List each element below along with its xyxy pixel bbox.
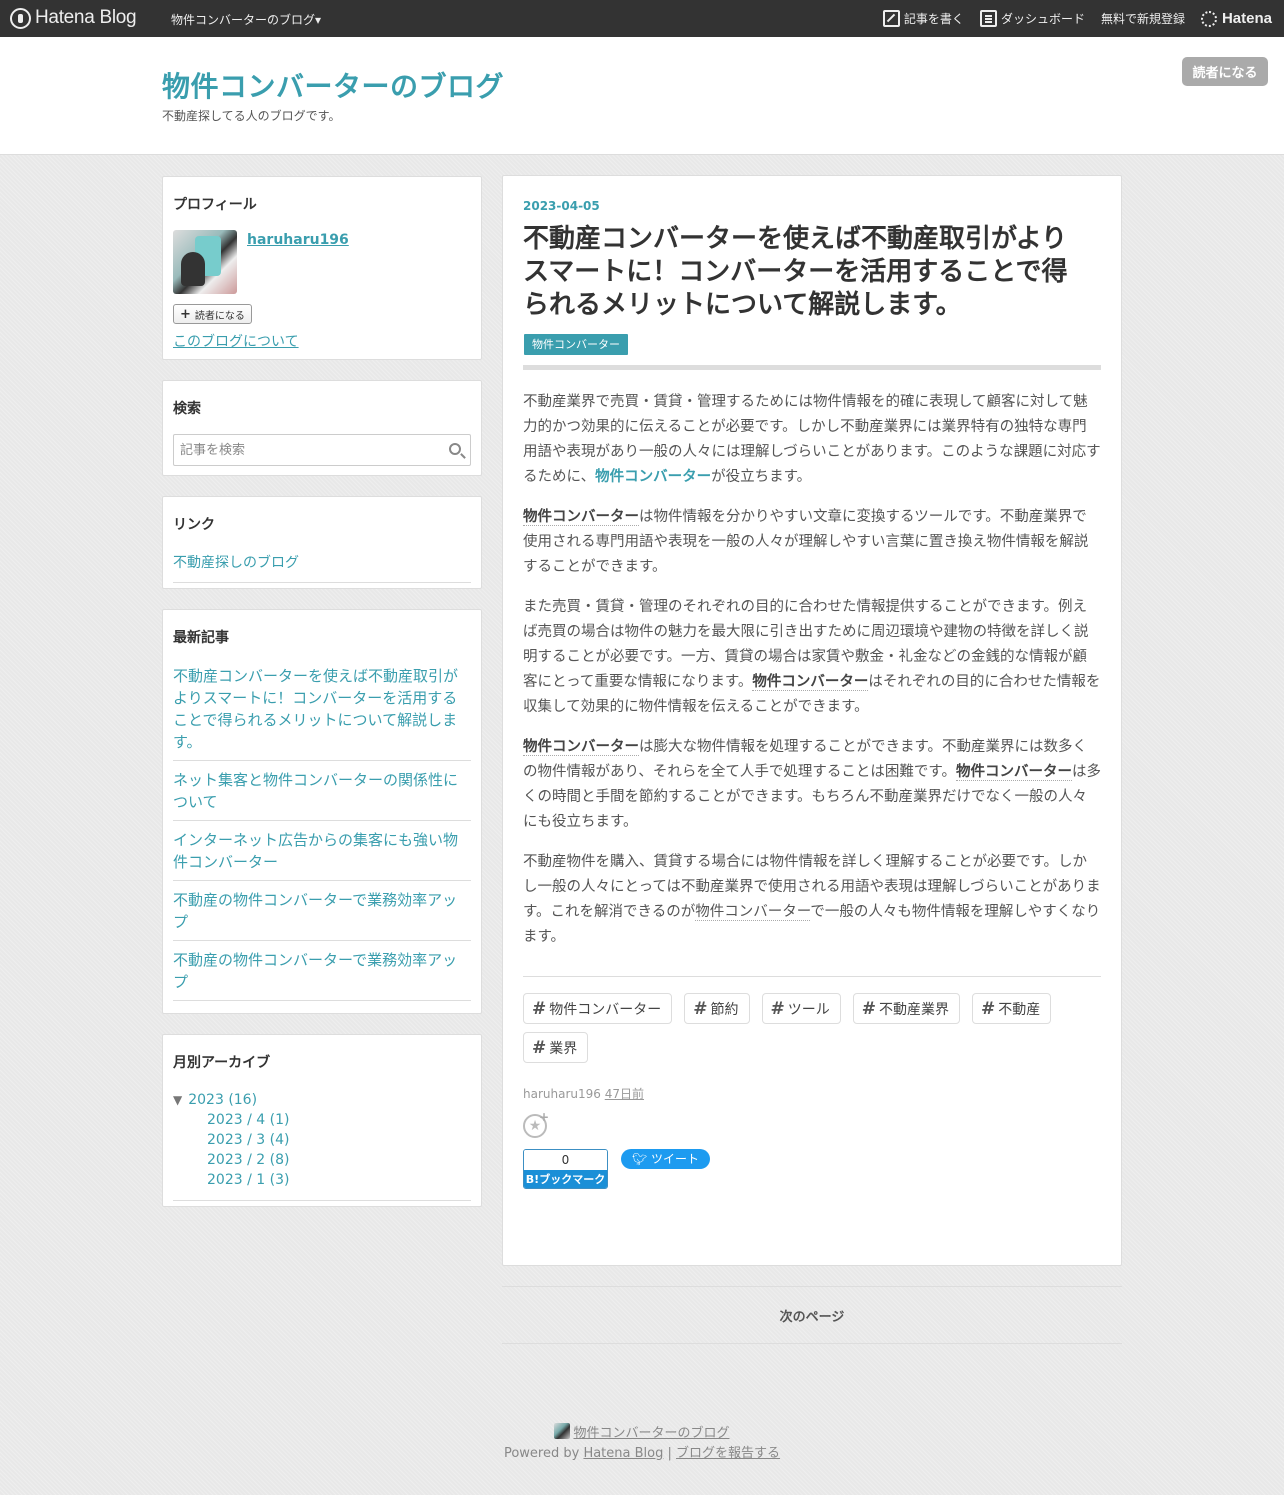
search-input[interactable] (174, 435, 470, 465)
hatena-logo[interactable]: Hatena (1200, 10, 1272, 27)
write-article-link[interactable]: 記事を書く (882, 10, 964, 27)
hashtag-icon: # (532, 998, 547, 1019)
archive-month-link[interactable]: 2023 / 4 (1) (173, 1110, 471, 1130)
blog-title-link[interactable]: 物件コンバーターのブログ (162, 65, 504, 105)
link-item[interactable]: 不動産探しのブログ (173, 544, 471, 583)
hatena-blog-logo[interactable]: Hatena Blog (10, 7, 137, 29)
hashtag-icon: # (532, 1037, 547, 1058)
plus-icon: + (180, 306, 191, 322)
keyword-link[interactable]: 物件コンバーター (595, 469, 711, 485)
entry-title[interactable]: 不動産コンバーターを使えば不動産取引がよりスマートに！コンバーターを活用すること… (523, 223, 1093, 322)
hashtag-icon: # (770, 998, 785, 1019)
hashtag[interactable]: # 物件コンバーター (523, 993, 673, 1024)
hatena-blog-logo-text: Hatena Blog (35, 7, 137, 28)
profile-name-link[interactable]: haruharu196 (247, 232, 349, 294)
recent-post-link[interactable]: 不動産の物件コンバーターで業務効率アップ (173, 881, 471, 941)
recent-post-link[interactable]: 不動産コンバーターを使えば不動産取引がよりスマートに！コンバーターを活用すること… (173, 657, 471, 761)
hashtag-icon: # (861, 998, 876, 1019)
blog-header: 物件コンバーターのブログ 不動産探してる人のブログです。 読者になる (0, 37, 1284, 155)
blog-description: 不動産探してる人のブログです。 (162, 109, 341, 123)
keyword-link[interactable]: 物件コンバーター (955, 764, 1072, 781)
recent-post-link[interactable]: インターネット広告からの集客にも強い物件コンバーター (173, 821, 471, 881)
hashtag[interactable]: # ツール (761, 993, 841, 1024)
subscribe-button[interactable]: 読者になる (1182, 57, 1268, 86)
hashtag-icon: # (981, 998, 996, 1019)
hatena-bookmark-button[interactable]: 0 B!ブックマーク (523, 1149, 608, 1189)
tweet-button[interactable]: 🐦︎ ツイート (621, 1149, 710, 1169)
footer: 物件コンバーターのブログ Powered by Hatena Blog | ブロ… (0, 1423, 1284, 1464)
hashtag[interactable]: # 不動産業界 (852, 993, 960, 1024)
entry-byline: haruharu196 47日前 (523, 1085, 644, 1102)
blog-menu-dropdown[interactable]: 物件コンバーターのブログ▾ (171, 11, 321, 28)
keyword-link[interactable]: 物件コンバーター (695, 904, 811, 921)
archive-year-link[interactable]: 2023 (16) (188, 1090, 257, 1110)
signup-link[interactable]: 無料で新規登録 (1101, 10, 1185, 27)
search-box (173, 434, 471, 466)
archive-toggle-icon[interactable]: ▼ (173, 1090, 182, 1110)
search-icon[interactable] (449, 443, 461, 455)
entry-footer-divider (523, 976, 1101, 977)
report-blog-link[interactable]: ブログを報告する (676, 1446, 780, 1461)
title-divider (523, 365, 1101, 370)
global-header: Hatena Blog 物件コンバーターのブログ▾ 記事を書く ダッシュボード … (0, 0, 1284, 37)
hashtag[interactable]: # 不動産 (972, 993, 1052, 1024)
links-module: リンク 不動産探しのブログ (162, 496, 482, 589)
bookmark-label: B!ブックマーク (524, 1170, 607, 1188)
hatena-blog-link[interactable]: Hatena Blog (583, 1446, 663, 1461)
paragraph: 物件コンバーターは膨大な物件情報を処理することができます。不動産業界には数多くの… (523, 739, 1101, 830)
footer-blog-link[interactable]: 物件コンバーターのブログ (573, 1426, 729, 1441)
hashtag[interactable]: # 節約 (684, 993, 750, 1024)
search-module: 検索 (162, 380, 482, 476)
archive-heading: 月別アーカイブ (173, 1055, 271, 1071)
archive-list: ▼ 2023 (16) 2023 / 4 (1) 2023 / 3 (4) 20… (173, 1090, 471, 1201)
about-blog-link[interactable]: このブログについて (173, 331, 471, 351)
entry-body: 不動産業界で売買・賃貸・管理するためには物件情報を的確に表現して顧客に対して魅力… (523, 390, 1101, 965)
keyword-link[interactable]: 物件コンバーター (752, 674, 869, 691)
keyword-link[interactable]: 物件コンバーター (523, 509, 639, 526)
entry-date[interactable]: 2023-04-05 (523, 199, 600, 213)
entry-time-link[interactable]: 47日前 (605, 1087, 644, 1101)
hashtag-list: # 物件コンバーター # 節約 # ツール # 不動産業界 # 不動産 # 業界 (523, 993, 1103, 1063)
archive-month-link[interactable]: 2023 / 2 (8) (173, 1150, 471, 1170)
edit-icon (882, 10, 900, 27)
hashtag-icon: # (693, 998, 708, 1019)
recent-posts-heading: 最新記事 (173, 630, 229, 646)
hashtag[interactable]: # 業界 (523, 1032, 589, 1063)
archive-month-link[interactable]: 2023 / 1 (3) (173, 1170, 471, 1190)
keyword-link[interactable]: 物件コンバーター (523, 739, 639, 756)
archive-module: 月別アーカイブ ▼ 2023 (16) 2023 / 4 (1) 2023 / … (162, 1034, 482, 1207)
profile-heading: プロフィール (173, 197, 257, 213)
dashboard-link[interactable]: ダッシュボード (979, 10, 1085, 27)
paragraph: 不動産業界で売買・賃貸・管理するためには物件情報を的確に表現して顧客に対して魅力… (523, 394, 1101, 485)
search-heading: 検索 (173, 401, 201, 417)
add-star-icon[interactable]: ★ (523, 1107, 549, 1138)
hatena-dots-icon (1200, 10, 1217, 27)
author-name[interactable]: haruharu196 (523, 1087, 601, 1101)
category-tag[interactable]: 物件コンバーター (524, 334, 628, 355)
profile-module: プロフィール haruharu196 + 読者になる このブログについて (162, 176, 482, 360)
recent-posts-module: 最新記事 不動産コンバーターを使えば不動産取引がよりスマートに！コンバーターを活… (162, 609, 482, 1014)
dashboard-icon (979, 10, 997, 27)
paragraph: また売買・賃貸・管理のそれぞれの目的に合わせた情報提供することができます。例えば… (523, 599, 1101, 715)
next-page-link[interactable]: 次のページ (502, 1286, 1122, 1344)
article: 2023-04-05 不動産コンバーターを使えば不動産取引がよりスマートに！コン… (502, 175, 1122, 1266)
avatar[interactable] (173, 230, 237, 294)
bookmark-count: 0 (524, 1150, 607, 1170)
hatena-blog-logo-icon (10, 7, 31, 29)
recent-post-link[interactable]: ネット集客と物件コンバーターの関係性について (173, 761, 471, 821)
blog-icon (554, 1423, 571, 1439)
paragraph: 物件コンバーターは物件情報を分かりやすい文章に変換するツールです。不動産業界で使… (523, 509, 1089, 575)
twitter-bird-icon: 🐦︎ (631, 1152, 648, 1166)
archive-month-link[interactable]: 2023 / 3 (4) (173, 1130, 471, 1150)
recent-post-link[interactable]: 不動産の物件コンバーターで業務効率アップ (173, 941, 471, 1001)
paragraph: 不動産物件を購入、賃貸する場合には物件情報を詳しく理解することが必要です。しかし… (523, 854, 1101, 945)
profile-subscribe-button[interactable]: + 読者になる (173, 304, 252, 324)
links-heading: リンク (173, 517, 215, 533)
